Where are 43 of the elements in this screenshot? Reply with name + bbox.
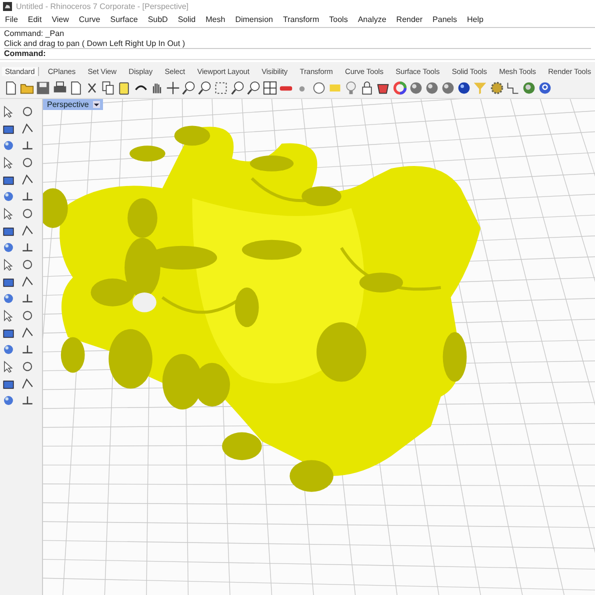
menu-item[interactable]: Transform: [282, 15, 320, 24]
menu-item[interactable]: Mesh: [206, 15, 226, 24]
window-title: Untitled - Rhinoceros 7 Corporate - [Perspective]: [16, 2, 189, 10]
menu-item[interactable]: Curve: [78, 15, 100, 24]
menu-item[interactable]: Tools: [329, 15, 348, 24]
menu-item[interactable]: Panels: [432, 15, 458, 24]
new-file-icon[interactable]: [4, 81, 18, 95]
lock-icon[interactable]: [360, 81, 374, 95]
menu-item[interactable]: Edit: [28, 15, 42, 24]
menu-item[interactable]: File: [5, 15, 18, 24]
menu-item[interactable]: SubD: [148, 15, 168, 24]
open-folder-icon[interactable]: [20, 81, 34, 95]
viewport-tab[interactable]: Perspective: [43, 99, 103, 110]
menu-item[interactable]: Analyze: [358, 15, 386, 24]
move-cross-icon[interactable]: [166, 81, 180, 95]
menu-item[interactable]: Help: [467, 15, 484, 24]
copy-icon[interactable]: [101, 81, 116, 95]
sphere-icon[interactable]: [441, 81, 456, 95]
menu-item[interactable]: Render: [396, 15, 423, 24]
caret-icon[interactable]: [92, 101, 100, 108]
command-history-line: Click and drag to pan ( Down Left Right Up In Out ): [4, 38, 186, 48]
menu-item[interactable]: View: [52, 15, 69, 24]
zoom-window-icon[interactable]: [198, 81, 212, 95]
command-prompt[interactable]: Command:: [4, 48, 591, 58]
gear-icon[interactable]: [490, 81, 504, 95]
globe-icon[interactable]: [522, 81, 536, 95]
menu-item[interactable]: Solid: [178, 15, 196, 24]
menu-item[interactable]: Dimension: [235, 15, 273, 24]
color-wheel-icon[interactable]: [392, 81, 406, 95]
steps-icon[interactable]: [506, 81, 520, 95]
zoom-icon[interactable]: [182, 81, 196, 95]
clipboard-icon[interactable]: [117, 81, 132, 95]
page-icon[interactable]: [68, 81, 83, 95]
menu-item[interactable]: Surface: [110, 15, 138, 24]
arrow-icon[interactable]: [2, 105, 15, 118]
sphere-icon[interactable]: [408, 81, 423, 95]
rhino-app-icon: [3, 2, 12, 10]
zoom-selected-icon[interactable]: [230, 81, 245, 95]
sphere-icon[interactable]: [424, 81, 439, 95]
sphere-icon[interactable]: [457, 81, 472, 95]
command-history-line: Command: _Pan: [4, 29, 66, 38]
print-icon[interactable]: [52, 81, 67, 95]
save-icon[interactable]: [36, 81, 50, 95]
